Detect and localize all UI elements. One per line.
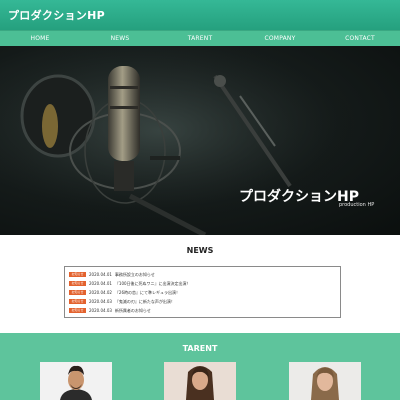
- nav-item-contact[interactable]: CONTACT: [320, 31, 400, 46]
- tarent-section: TARENT: [0, 333, 400, 400]
- nav-item-home[interactable]: HOME: [0, 31, 80, 46]
- news-badge: お知らせ: [69, 308, 86, 313]
- main-nav: HOME NEWS TARENT COMPANY CONTACT: [0, 30, 400, 46]
- news-text[interactable]: 『26時の恋』にて準レギュラ出演！: [115, 290, 180, 296]
- news-date: 2020.04.01: [89, 272, 112, 277]
- news-item[interactable]: お知らせ 2020.04.03 新所属者のお知らせ: [69, 306, 340, 315]
- news-item[interactable]: お知らせ 2020.04.01 『100日後に死ぬワニ』に出演決定出演！: [69, 279, 340, 288]
- news-date: 2020.04.01: [89, 281, 112, 286]
- tarent-heading: TARENT: [182, 344, 218, 353]
- news-date: 2020.04.02: [89, 290, 112, 295]
- news-text[interactable]: 『100日後に死ぬワニ』に出演決定出演！: [115, 281, 191, 287]
- hero-subtitle: production HP: [339, 202, 375, 208]
- news-badge: お知らせ: [69, 299, 86, 304]
- talent-photo[interactable]: [40, 362, 112, 400]
- news-badge: お知らせ: [69, 281, 86, 286]
- news-item[interactable]: お知らせ 2020.04.01 事務所設立のお知らせ: [69, 270, 340, 279]
- news-badge: お知らせ: [69, 290, 86, 295]
- news-text[interactable]: 新所属者のお知らせ: [115, 308, 151, 314]
- nav-item-company[interactable]: COMPANY: [240, 31, 320, 46]
- hero-banner: プロダクションHP production HP: [0, 46, 400, 235]
- person-icon: [186, 366, 214, 400]
- news-date: 2020.04.03: [89, 308, 112, 313]
- talent-photo[interactable]: [289, 362, 361, 400]
- news-list: お知らせ 2020.04.01 事務所設立のお知らせ お知らせ 2020.04.…: [64, 266, 341, 318]
- person-icon: [311, 367, 339, 400]
- news-text[interactable]: 『鬼滅の刃』に新たな声が出演！: [115, 299, 175, 305]
- site-header: プロダクションHP: [0, 0, 400, 30]
- nav-item-news[interactable]: NEWS: [80, 31, 160, 46]
- news-item[interactable]: お知らせ 2020.04.02 『26時の恋』にて準レギュラ出演！: [69, 288, 340, 297]
- news-badge: お知らせ: [69, 272, 86, 277]
- talent-photo[interactable]: [164, 362, 236, 400]
- news-heading: NEWS: [186, 246, 214, 255]
- news-date: 2020.04.03: [89, 299, 112, 304]
- site-title[interactable]: プロダクションHP: [8, 7, 105, 23]
- person-icon: [60, 365, 92, 400]
- news-text[interactable]: 事務所設立のお知らせ: [115, 272, 155, 278]
- news-item[interactable]: お知らせ 2020.04.03 『鬼滅の刃』に新たな声が出演！: [69, 297, 340, 306]
- nav-item-tarent[interactable]: TARENT: [160, 31, 240, 46]
